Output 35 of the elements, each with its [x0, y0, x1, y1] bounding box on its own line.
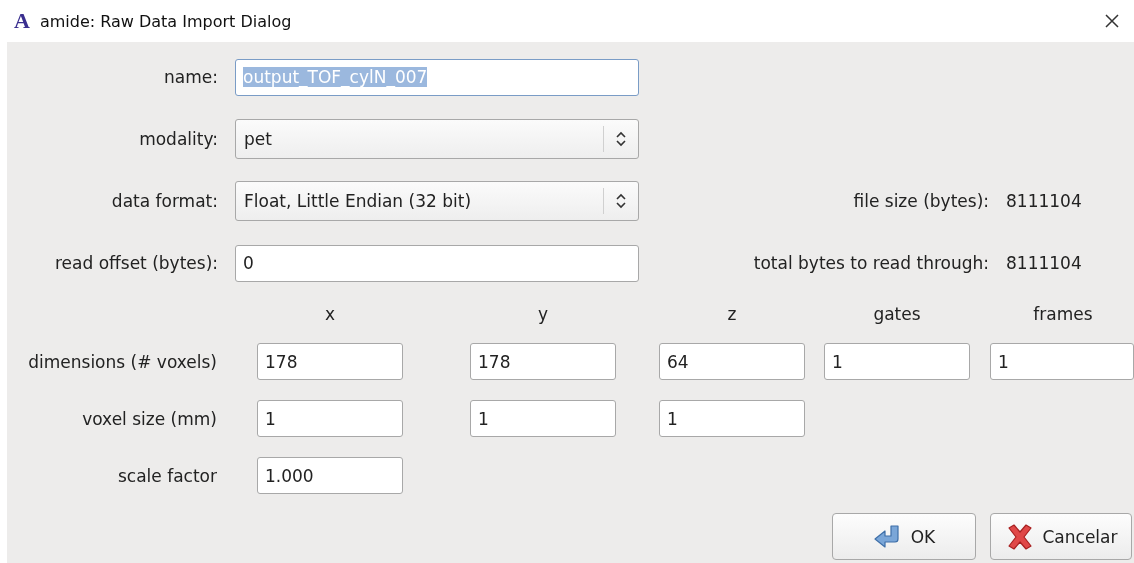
- app-logo: A: [14, 10, 30, 32]
- column-header: x: [323, 303, 337, 324]
- field-label: name:: [164, 67, 218, 87]
- input-field[interactable]: 1: [990, 343, 1134, 380]
- info-label: file size (bytes):: [853, 191, 989, 211]
- cancel-button[interactable]: Cancelar: [990, 513, 1132, 560]
- input-field[interactable]: 1.000: [257, 457, 403, 494]
- field-label: modality:: [139, 129, 218, 149]
- input-field[interactable]: 1: [824, 343, 970, 380]
- row-label: dimensions (# voxels): [28, 351, 218, 372]
- input-field[interactable]: 0: [235, 244, 639, 282]
- input-field[interactable]: 1: [257, 400, 403, 437]
- info-value: 8111104: [1006, 253, 1083, 273]
- ok-button[interactable]: OK: [832, 513, 976, 560]
- input-field[interactable]: 178: [257, 343, 403, 380]
- info-label: total bytes to read through:: [753, 253, 989, 273]
- spinner-arrows-icon: [615, 192, 627, 210]
- input-field[interactable]: 1: [470, 400, 616, 437]
- input-field[interactable]: 64: [659, 343, 805, 380]
- row-label: voxel size (mm): [82, 408, 218, 429]
- window-title: amide: Raw Data Import Dialog: [39, 11, 293, 31]
- field-label: data format:: [111, 191, 218, 211]
- column-header: z: [726, 303, 738, 324]
- dropdown[interactable]: Float, Little Endian (32 bit): [235, 181, 639, 221]
- spinner-arrows-icon: [615, 130, 627, 148]
- close-icon[interactable]: [1104, 13, 1120, 29]
- dropdown[interactable]: pet: [235, 119, 639, 159]
- column-header: gates: [872, 303, 922, 324]
- field-label: read offset (bytes):: [55, 253, 218, 273]
- info-value: 8111104: [1006, 191, 1083, 211]
- column-header: y: [536, 303, 550, 324]
- input-field[interactable]: 1: [659, 400, 805, 437]
- input-field[interactable]: 178: [470, 343, 616, 380]
- row-label: scale factor: [118, 465, 218, 486]
- column-header: frames: [1032, 303, 1094, 324]
